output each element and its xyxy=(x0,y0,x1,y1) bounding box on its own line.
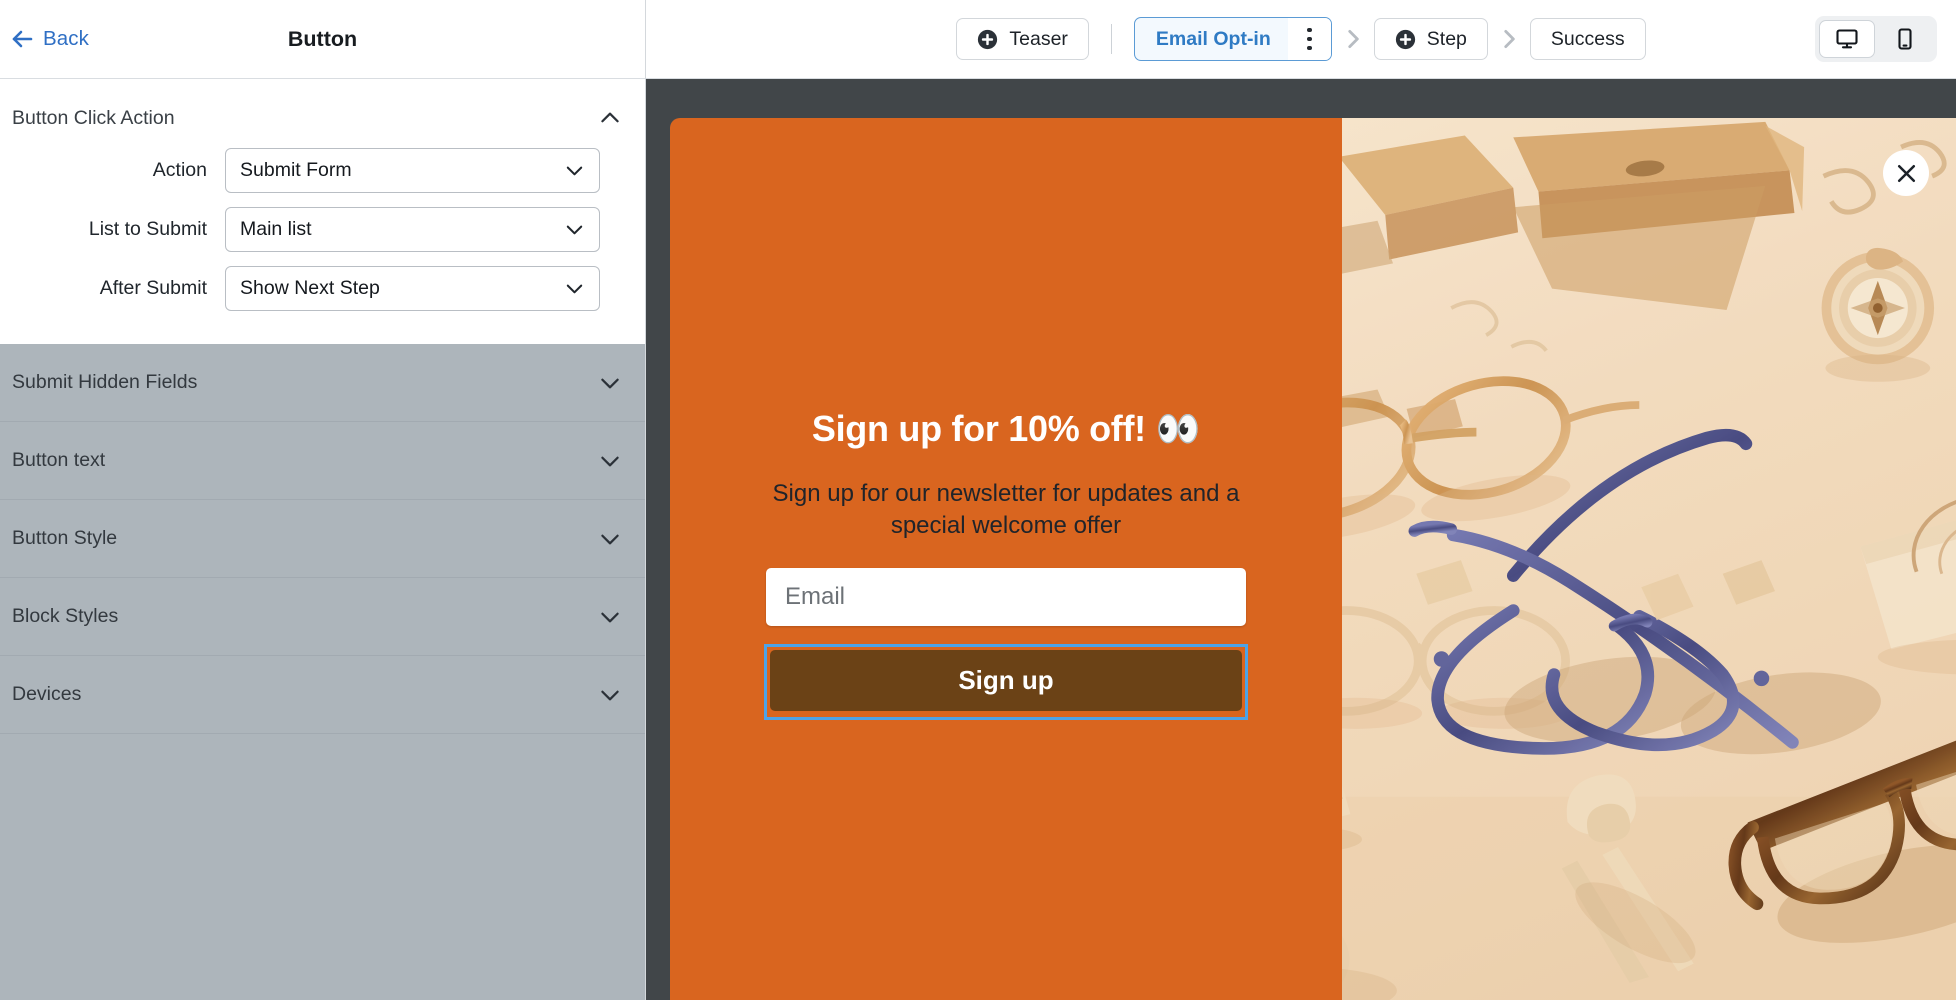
plus-circle-icon xyxy=(977,29,998,50)
settings-panel-header: Back Button xyxy=(0,0,645,79)
action-select[interactable]: Submit Form xyxy=(225,148,600,193)
field-action-label: Action xyxy=(152,159,207,181)
step-success-label: Success xyxy=(1550,27,1625,50)
signup-button[interactable]: Sign up xyxy=(770,649,1242,711)
email-input[interactable]: Email xyxy=(766,567,1246,626)
chevron-down-icon xyxy=(563,159,586,182)
desktop-icon xyxy=(1835,27,1859,51)
popup-preview: Sign up for 10% off! 👀 Sign up for our n… xyxy=(670,118,1956,1000)
settings-panel: Back Button Button Click Action Action S… xyxy=(0,0,646,1000)
eyeglasses-photo xyxy=(1342,118,1956,1000)
popup-image xyxy=(1342,118,1956,1000)
list-to-submit-select-value: Main list xyxy=(240,218,312,240)
section-devices[interactable]: Devices xyxy=(0,656,645,734)
section-title: Button Click Action xyxy=(12,106,175,129)
section-button-click-action: Button Click Action Action Submit Form L… xyxy=(0,79,645,344)
step-email-opt-in[interactable]: Email Opt-in xyxy=(1133,17,1332,61)
section-title: Button Style xyxy=(12,527,118,549)
signup-button-selection-outline: Sign up xyxy=(764,643,1248,720)
chevron-down-icon xyxy=(597,370,623,396)
chevron-down-icon xyxy=(597,604,623,630)
chevron-down-icon xyxy=(563,218,586,241)
after-submit-select-value: Show Next Step xyxy=(240,277,380,299)
back-button-label: Back xyxy=(43,27,89,50)
settings-panel-body: Button Click Action Action Submit Form L… xyxy=(0,79,645,1000)
chevron-up-icon[interactable] xyxy=(597,105,623,131)
close-icon xyxy=(1894,161,1919,186)
device-desktop-button[interactable] xyxy=(1819,20,1875,58)
chevron-down-icon xyxy=(563,277,586,300)
back-arrow-icon xyxy=(10,27,34,51)
after-submit-select[interactable]: Show Next Step xyxy=(225,266,600,311)
page-title: Button xyxy=(287,26,358,51)
plus-circle-icon xyxy=(1395,29,1416,50)
section-title: Devices xyxy=(12,683,82,705)
popup-subheadline: Sign up for our newsletter for updates a… xyxy=(772,480,1240,539)
section-title: Block Styles xyxy=(12,605,119,627)
field-list-to-submit: List to Submit Main list xyxy=(12,200,645,259)
field-list-to-submit-label: List to Submit xyxy=(88,218,207,240)
popup-headline: Sign up for 10% off! 👀 xyxy=(811,408,1201,450)
collapsed-sections: Submit Hidden Fields Button text Button … xyxy=(0,344,645,1000)
popup-close-button[interactable] xyxy=(1883,150,1929,196)
field-after-submit: After Submit Show Next Step xyxy=(12,259,645,318)
add-step-button-label: Step xyxy=(1426,27,1467,50)
teaser-button-label: Teaser xyxy=(1009,27,1068,50)
action-select-value: Submit Form xyxy=(240,159,352,181)
section-button-style[interactable]: Button Style xyxy=(0,500,645,578)
device-mobile-button[interactable] xyxy=(1877,20,1933,58)
chevron-down-icon xyxy=(597,448,623,474)
add-step-button[interactable]: Step xyxy=(1373,18,1488,60)
section-button-text[interactable]: Button text xyxy=(0,422,645,500)
section-block-styles[interactable]: Block Styles xyxy=(0,578,645,656)
mobile-icon xyxy=(1893,27,1917,51)
chevron-down-icon xyxy=(597,682,623,708)
step-success[interactable]: Success xyxy=(1529,18,1646,60)
popup-content-column: Sign up for 10% off! 👀 Sign up for our n… xyxy=(670,118,1342,1000)
step-email-opt-in-label: Email Opt-in xyxy=(1155,27,1271,50)
chevron-down-icon xyxy=(597,526,623,552)
email-input-placeholder: Email xyxy=(785,582,846,610)
step-navigation: Teaser Email Opt-in Step Success xyxy=(646,17,1956,61)
chevron-right-icon xyxy=(1332,26,1374,52)
top-toolbar: Teaser Email Opt-in Step Success xyxy=(646,0,1956,79)
preview-canvas: Sign up for 10% off! 👀 Sign up for our n… xyxy=(646,79,1956,1000)
section-title: Button text xyxy=(12,449,106,471)
step-options-kebab-icon[interactable] xyxy=(1287,18,1331,60)
editor-root: Back Button Button Click Action Action S… xyxy=(0,0,1956,1000)
teaser-button[interactable]: Teaser xyxy=(956,18,1089,60)
section-button-click-action-header[interactable]: Button Click Action xyxy=(0,79,645,141)
toolbar-divider xyxy=(1110,24,1112,54)
editor-main: Teaser Email Opt-in Step Success Sign up… xyxy=(646,0,1956,1000)
device-preview-toggle xyxy=(1815,16,1937,62)
chevron-right-icon xyxy=(1488,26,1530,52)
signup-button-label: Sign up xyxy=(958,664,1054,695)
list-to-submit-select[interactable]: Main list xyxy=(225,207,600,252)
field-action: Action Submit Form xyxy=(12,141,645,200)
section-submit-hidden-fields[interactable]: Submit Hidden Fields xyxy=(0,344,645,422)
section-title: Submit Hidden Fields xyxy=(12,371,198,393)
back-button[interactable]: Back xyxy=(10,27,89,51)
field-after-submit-label: After Submit xyxy=(99,277,207,299)
